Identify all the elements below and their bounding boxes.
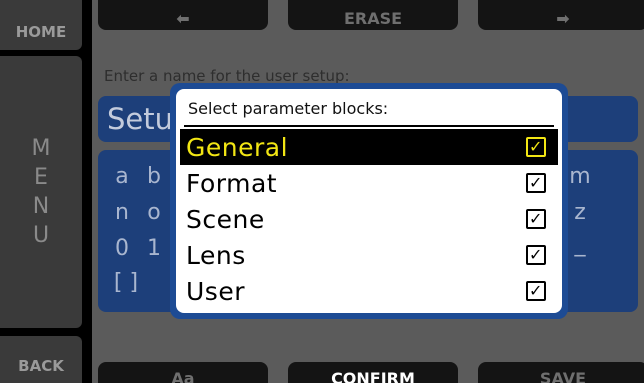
erase-button[interactable]: ERASE xyxy=(288,0,458,30)
home-button[interactable]: HOME xyxy=(0,0,82,50)
arrow-right-icon: ➡ xyxy=(556,9,570,28)
option-format[interactable]: Format ✓ xyxy=(180,165,558,201)
parameter-blocks-dialog: Select parameter blocks: General ✓ Forma… xyxy=(170,83,568,319)
dialog-title: Select parameter blocks: xyxy=(188,99,389,118)
menu-letter: U xyxy=(32,223,50,248)
key[interactable]: b xyxy=(142,164,166,189)
key[interactable]: n xyxy=(110,200,134,225)
menu-button[interactable]: M E N U xyxy=(0,56,82,328)
cursor-left-button[interactable]: ⬅ xyxy=(98,0,268,30)
option-general[interactable]: General ✓ xyxy=(180,129,558,165)
menu-letter: E xyxy=(34,165,48,190)
menu-letter: N xyxy=(32,194,50,219)
key[interactable]: 1 xyxy=(142,236,166,261)
key[interactable]: [ ] xyxy=(110,270,142,295)
option-lens[interactable]: Lens ✓ xyxy=(180,237,558,273)
option-label: General xyxy=(186,132,289,162)
back-button[interactable]: BACK xyxy=(0,336,82,383)
save-button[interactable]: SAVE xyxy=(478,362,644,383)
checkbox-checked-icon[interactable]: ✓ xyxy=(526,245,546,265)
key[interactable]: a xyxy=(110,164,134,189)
option-label: User xyxy=(186,276,245,306)
option-user[interactable]: User ✓ xyxy=(180,273,558,309)
checkbox-checked-icon[interactable]: ✓ xyxy=(526,209,546,229)
option-label: Lens xyxy=(186,240,246,270)
menu-letter: M xyxy=(31,136,51,161)
option-label: Format xyxy=(186,168,278,198)
option-scene[interactable]: Scene ✓ xyxy=(180,201,558,237)
case-toggle-button[interactable]: Aa xyxy=(98,362,268,383)
key[interactable]: z xyxy=(568,200,592,225)
confirm-button[interactable]: CONFIRM xyxy=(288,362,458,383)
key[interactable]: o xyxy=(142,200,166,225)
divider xyxy=(184,125,554,127)
key[interactable]: 0 xyxy=(110,236,134,261)
cursor-right-button[interactable]: ➡ xyxy=(478,0,644,30)
key[interactable]: _ xyxy=(568,232,592,257)
arrow-left-icon: ⬅ xyxy=(176,9,190,28)
dialog-body: Select parameter blocks: General ✓ Forma… xyxy=(176,89,562,313)
checkbox-checked-icon[interactable]: ✓ xyxy=(526,173,546,193)
checkbox-checked-icon[interactable]: ✓ xyxy=(526,137,546,157)
key[interactable]: m xyxy=(568,164,592,189)
checkbox-checked-icon[interactable]: ✓ xyxy=(526,281,546,301)
option-label: Scene xyxy=(186,204,265,234)
